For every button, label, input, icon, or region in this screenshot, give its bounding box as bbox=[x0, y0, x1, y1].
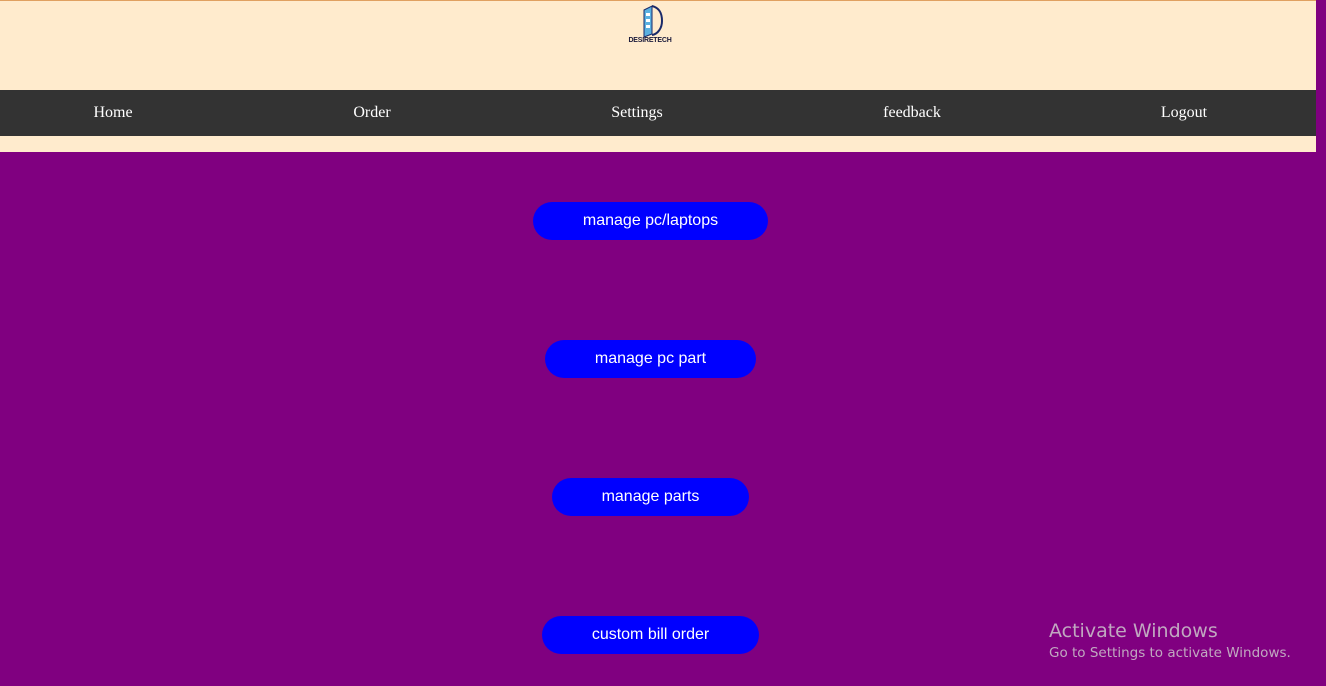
logo[interactable]: DESIRETECH bbox=[627, 4, 673, 48]
navbar: Home Order Settings feedback Logout bbox=[0, 90, 1316, 136]
logo-text: DESIRETECH bbox=[628, 37, 672, 44]
nav-feedback[interactable]: feedback bbox=[883, 90, 941, 136]
page: DESIRETECH Home Order Settings feedback … bbox=[0, 0, 1326, 686]
activate-windows-watermark: Activate Windows Go to Settings to activ… bbox=[1049, 620, 1291, 663]
watermark-title: Activate Windows bbox=[1049, 620, 1218, 642]
nav-order[interactable]: Order bbox=[353, 90, 390, 136]
manage-pc-laptops-button[interactable]: manage pc/laptops bbox=[533, 202, 768, 240]
nav-logout[interactable]: Logout bbox=[1161, 90, 1207, 136]
nav-home[interactable]: Home bbox=[93, 90, 132, 136]
manage-parts-button[interactable]: manage parts bbox=[552, 478, 749, 516]
manage-pc-part-button[interactable]: manage pc part bbox=[545, 340, 756, 378]
watermark-subtitle: Go to Settings to activate Windows. bbox=[1049, 645, 1291, 661]
nav-settings[interactable]: Settings bbox=[611, 90, 663, 136]
scrollbar-track bbox=[1316, 0, 1326, 686]
custom-bill-order-button[interactable]: custom bill order bbox=[542, 616, 759, 654]
desiretech-logo-icon bbox=[643, 5, 664, 38]
